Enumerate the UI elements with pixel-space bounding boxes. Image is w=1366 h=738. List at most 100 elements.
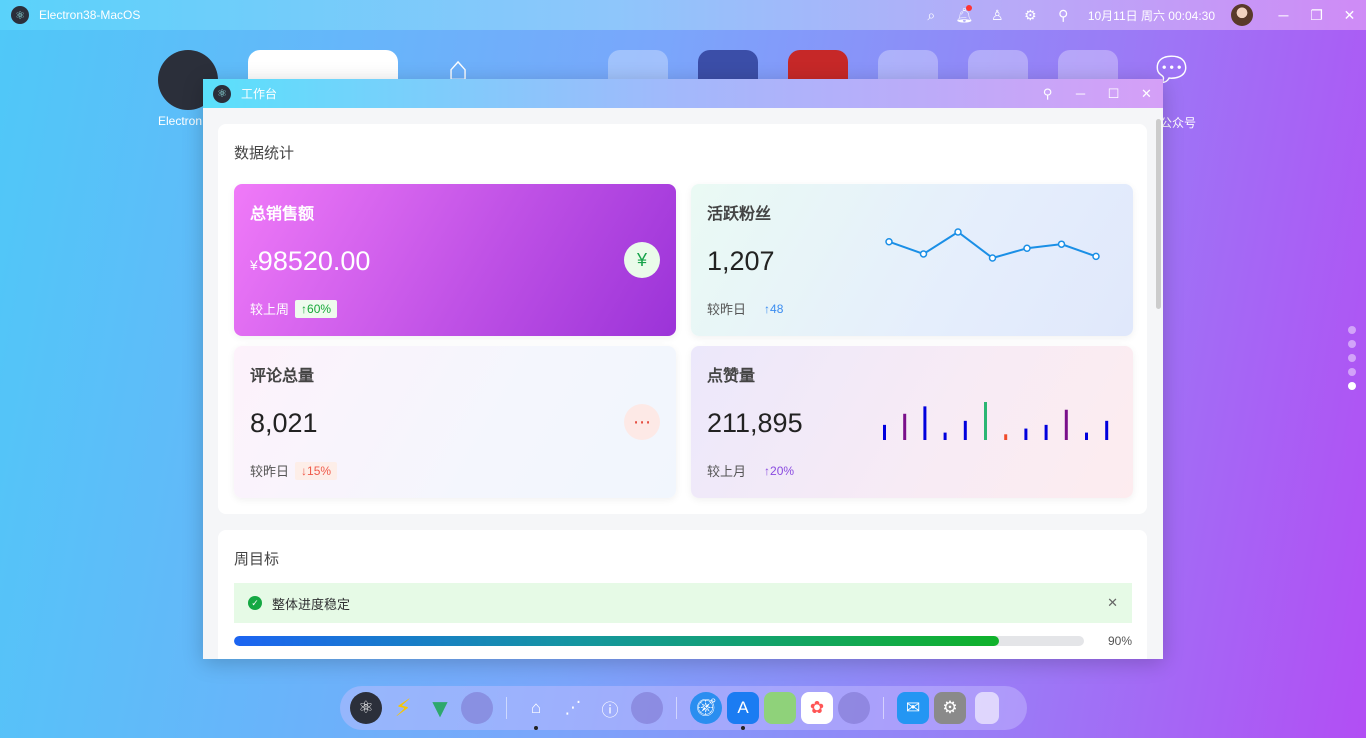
dock-electron-icon[interactable]: ⚛ xyxy=(350,692,382,724)
alert-close-button[interactable]: ✕ xyxy=(1107,595,1118,611)
compare-label: 较昨日 xyxy=(250,461,289,480)
like-bar xyxy=(964,421,967,440)
dock-folder-icon-3[interactable] xyxy=(838,692,870,724)
window-logo-icon: ⚛ xyxy=(213,85,231,103)
check-circle-icon: ✓ xyxy=(248,596,262,610)
like-bar xyxy=(944,433,947,440)
goals-panel: 周目标 ✓ 整体进度稳定 ✕ 90% xyxy=(218,530,1147,659)
dock-mail-icon[interactable]: ✉ xyxy=(897,692,929,724)
pin-icon[interactable]: ⚲ xyxy=(1047,7,1080,24)
like-bar xyxy=(883,425,886,440)
change-badge: ↑60% xyxy=(295,300,337,318)
like-bar xyxy=(1065,410,1068,440)
app-title: Electron38-MacOS xyxy=(39,8,140,22)
like-bar xyxy=(984,402,987,440)
like-bar xyxy=(1105,421,1108,440)
like-bar xyxy=(903,414,906,440)
like-bar xyxy=(1004,434,1007,440)
card-value: 98520.00 xyxy=(258,246,371,276)
card-comments: 评论总量 8,021 ⋯ 较昨日 ↓15% xyxy=(234,346,676,498)
dock-photos-icon[interactable]: ✿ xyxy=(801,692,833,724)
card-title: 总销售额 xyxy=(250,200,660,224)
card-sales: 总销售额 ¥98520.00 ¥ 较上周↑60% xyxy=(234,184,676,336)
dock: ⚛ ⚡ ▼ ⌂ ⋰ ⓘ 🧭︎ A ✿ ✉ ⚙ xyxy=(340,686,1027,730)
progress-fill xyxy=(234,636,999,646)
minimize-button[interactable]: ─ xyxy=(1064,86,1097,102)
dock-folder-icon[interactable] xyxy=(461,692,493,724)
page-dot[interactable] xyxy=(1348,326,1356,334)
fans-sparkline xyxy=(883,224,1113,264)
like-bar xyxy=(923,406,926,440)
goals-title: 周目标 xyxy=(234,548,1131,569)
clock: 10月11日 周六 00:04:30 xyxy=(1088,7,1215,24)
dock-home-icon[interactable]: ⌂ xyxy=(520,692,552,724)
card-title: 活跃粉丝 xyxy=(707,200,1117,224)
dock-maps-icon[interactable] xyxy=(764,692,796,724)
dock-info-icon[interactable]: ⓘ xyxy=(594,692,626,724)
sparkline-point xyxy=(1024,245,1030,251)
like-bar xyxy=(1024,429,1027,440)
avatar[interactable] xyxy=(1231,4,1253,26)
desktop-label-wechat: 公众号 xyxy=(1160,114,1196,131)
sparkline-point xyxy=(886,239,892,245)
electron-logo-icon: ⚛ xyxy=(11,6,29,24)
sparkline-point xyxy=(990,255,996,261)
success-alert: ✓ 整体进度稳定 ✕ xyxy=(234,583,1132,623)
dock-chart-icon[interactable]: ⋰ xyxy=(557,692,589,724)
page-dot[interactable] xyxy=(1348,340,1356,348)
compare-label: 较上月 xyxy=(707,461,746,480)
sparkline-point xyxy=(1059,241,1065,247)
stats-title: 数据统计 xyxy=(234,142,1131,163)
close-button[interactable]: ✕ xyxy=(1333,7,1366,24)
gear-icon[interactable]: ⚙ xyxy=(1014,7,1047,24)
page-dot[interactable] xyxy=(1348,354,1356,362)
minimize-button[interactable]: ─ xyxy=(1267,7,1300,23)
progress-track xyxy=(234,636,1084,646)
card-likes: 点赞量 211,895 较上月↑20% xyxy=(691,346,1133,498)
menu-bar: ⚛ Electron38-MacOS ⌕ 🔔︎ ♙ ⚙ ⚲ 10月11日 周六 … xyxy=(0,0,1366,30)
dock-safari-icon[interactable]: 🧭︎ xyxy=(690,692,722,724)
dock-trash-icon[interactable] xyxy=(975,692,999,724)
change-badge: ↑20% xyxy=(758,462,800,480)
progress-row: 90% xyxy=(234,634,1132,648)
change-badge: ↓15% xyxy=(295,462,337,480)
restore-button[interactable]: ❐ xyxy=(1300,7,1333,24)
bell-icon[interactable]: 🔔︎ xyxy=(948,7,981,24)
dock-vite-icon[interactable]: ⚡ xyxy=(387,692,419,724)
search-icon[interactable]: ⌕ xyxy=(915,7,948,24)
pin-icon[interactable]: ⚲ xyxy=(1031,86,1064,102)
page-indicator xyxy=(1348,326,1356,390)
window-titlebar[interactable]: ⚛ 工作台 ⚲ ─ ☐ ✕ xyxy=(203,79,1163,108)
dock-folder-icon-2[interactable] xyxy=(631,692,663,724)
currency-symbol: ¥ xyxy=(250,257,258,273)
change-badge: ↑48 xyxy=(758,300,789,318)
card-title: 点赞量 xyxy=(707,362,1117,386)
compare-label: 较昨日 xyxy=(707,299,746,318)
sparkline-point xyxy=(1093,253,1099,259)
like-bar xyxy=(1085,433,1088,440)
dock-vue-icon[interactable]: ▼ xyxy=(424,692,456,724)
sparkline-point xyxy=(955,229,961,235)
likes-bar-chart xyxy=(873,394,1113,444)
skin-icon[interactable]: ♙ xyxy=(981,7,1014,24)
like-bar xyxy=(1045,425,1048,440)
stats-panel: 数据统计 总销售额 ¥98520.00 ¥ 较上周↑60% 活跃粉丝 1,207… xyxy=(218,124,1147,514)
chat-bubble-icon: ⋯ xyxy=(624,404,660,440)
card-title: 评论总量 xyxy=(250,362,660,386)
desktop-label-electron: Electron xyxy=(158,114,202,128)
alert-text: 整体进度稳定 xyxy=(272,594,350,613)
window-title: 工作台 xyxy=(241,85,277,102)
scrollbar[interactable] xyxy=(1156,119,1161,309)
progress-label: 90% xyxy=(1108,634,1132,648)
page-dot[interactable] xyxy=(1348,368,1356,376)
close-button[interactable]: ✕ xyxy=(1130,86,1163,102)
dock-settings-icon[interactable]: ⚙ xyxy=(934,692,966,724)
page-dot-active[interactable] xyxy=(1348,382,1356,390)
maximize-button[interactable]: ☐ xyxy=(1097,86,1130,102)
yen-icon: ¥ xyxy=(624,242,660,278)
workbench-window: ⚛ 工作台 ⚲ ─ ☐ ✕ 数据统计 总销售额 ¥98520.00 ¥ 较上周↑… xyxy=(203,79,1163,659)
card-value: 8,021 xyxy=(250,408,660,439)
card-fans: 活跃粉丝 1,207 较昨日↑48 xyxy=(691,184,1133,336)
dock-appstore-icon[interactable]: A xyxy=(727,692,759,724)
sparkline-point xyxy=(921,251,927,257)
